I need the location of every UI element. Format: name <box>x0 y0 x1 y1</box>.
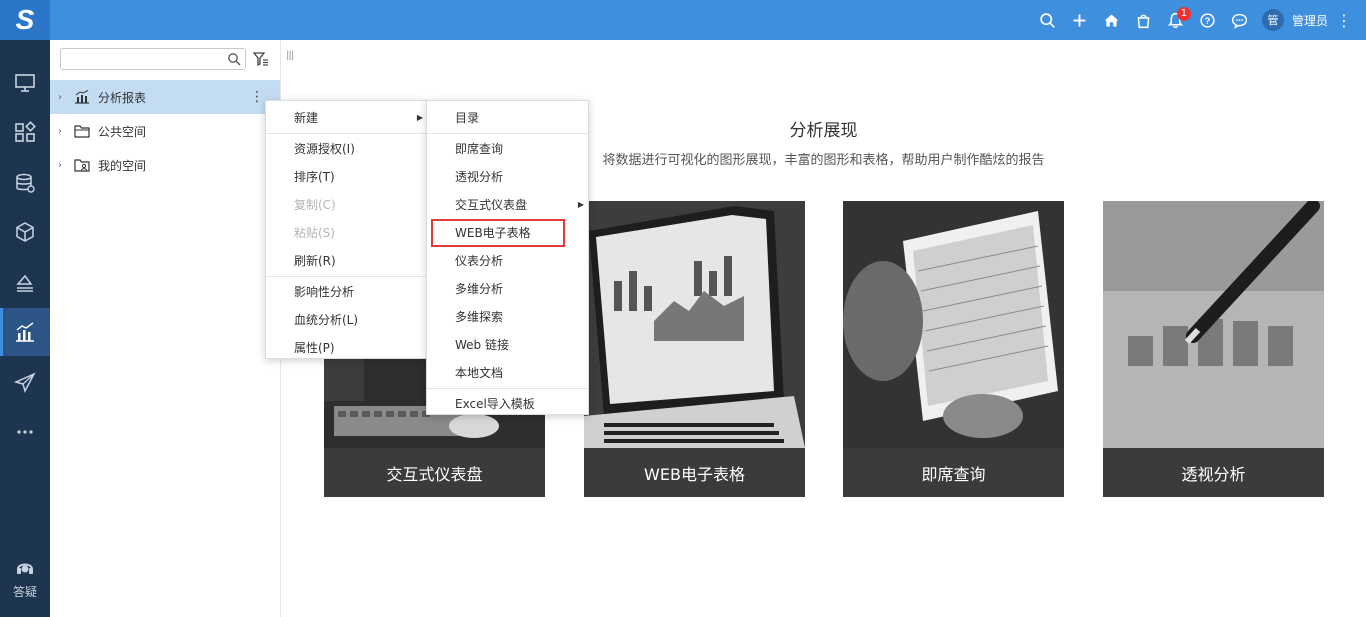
menu-divider <box>427 388 588 389</box>
expand-caret-icon[interactable]: › <box>58 160 72 171</box>
tree-item-label: 我的空间 <box>98 158 147 173</box>
tree-search-box <box>60 48 246 70</box>
menu-item-authorize[interactable]: 资源授权(I) <box>266 135 427 163</box>
submenu-item-local-document[interactable]: 本地文档 <box>427 359 588 387</box>
top-bar: S 1 ? 管 管理员 ⋮ <box>0 0 1366 40</box>
username[interactable]: 管理员 <box>1292 12 1328 29</box>
menu-item-impact-analysis[interactable]: 影响性分析 <box>266 278 427 306</box>
menu-divider <box>266 276 427 277</box>
submenu-arrow-icon: ▶ <box>577 200 584 209</box>
submenu-arrow-icon: ▶ <box>416 113 423 122</box>
menu-item-paste: 粘贴(S) <box>294 226 335 240</box>
tree-item-my-space[interactable]: › 我的空间 <box>50 148 280 182</box>
more-menu-icon[interactable]: ⋮ <box>1334 11 1354 30</box>
folder-icon <box>74 123 92 139</box>
left-nav: 答疑 <box>0 40 50 617</box>
app-logo[interactable]: S <box>0 0 50 40</box>
svg-text:?: ? <box>1205 15 1211 25</box>
tree-item-label: 公共空间 <box>98 124 147 139</box>
chart-icon <box>74 89 92 105</box>
logo-text: S <box>15 4 35 35</box>
pen-chart-photo <box>1103 201 1324 448</box>
expand-caret-icon[interactable]: › <box>58 126 72 137</box>
help-desk-button[interactable]: 答疑 <box>0 558 50 606</box>
card-ad-hoc-query[interactable]: 即席查询 <box>843 201 1064 497</box>
menu-item-copy: 复制(C) <box>294 198 336 212</box>
menu-item-label: 交互式仪表盘 <box>455 198 528 212</box>
user-avatar[interactable]: 管 <box>1261 9 1284 31</box>
menu-item-sort[interactable]: 排序(T) <box>266 163 427 191</box>
layers-icon[interactable] <box>0 258 50 306</box>
search-icon[interactable] <box>1032 0 1064 40</box>
menu-item-refresh[interactable]: 刷新(R) <box>266 247 427 275</box>
submenu-item-dashboard-analysis[interactable]: 仪表分析 <box>427 247 588 275</box>
card-label: 透视分析 <box>1103 448 1324 497</box>
search-icon[interactable] <box>227 52 241 66</box>
menu-item-lineage-analysis[interactable]: 血统分析(L) <box>266 306 427 334</box>
cube-icon[interactable] <box>0 208 50 256</box>
collapse-panel-icon[interactable]: ||| <box>286 50 294 61</box>
submenu-item-multidim-analysis[interactable]: 多维分析 <box>427 275 588 303</box>
tree-item-public-space[interactable]: › 公共空间 <box>50 114 280 148</box>
context-menu: 新建 ▶ 资源授权(I) 排序(T) 复制(C) 粘贴(S) 刷新(R) 影响性… <box>265 100 428 359</box>
submenu-item-folder[interactable]: 目录 <box>427 104 588 132</box>
send-icon[interactable] <box>0 358 50 406</box>
bag-icon[interactable] <box>1128 0 1160 40</box>
submenu-item-multidim-explore[interactable]: 多维探索 <box>427 303 588 331</box>
top-toolbar: 1 ? 管 管理员 ⋮ <box>1032 0 1354 40</box>
user-folder-icon <box>74 157 92 173</box>
chart-icon[interactable] <box>0 308 50 356</box>
new-submenu: 目录 即席查询 透视分析 交互式仪表盘 ▶ WEB电子表格 仪表分析 多维分析 … <box>426 100 589 415</box>
home-icon[interactable] <box>1096 0 1128 40</box>
tree-search-input[interactable] <box>61 49 221 69</box>
monitor-icon[interactable] <box>0 59 50 107</box>
card-label: 即席查询 <box>843 448 1064 497</box>
tree-item-analysis-reports[interactable]: › 分析报表 ⋮ <box>50 80 280 114</box>
laptop-photo <box>584 201 805 448</box>
menu-item-new[interactable]: 新建 ▶ <box>266 104 427 132</box>
menu-divider <box>266 133 427 134</box>
notification-badge: 1 <box>1176 7 1191 21</box>
expand-caret-icon[interactable]: › <box>58 92 72 103</box>
plus-icon[interactable] <box>1064 0 1096 40</box>
submenu-item-interactive-dashboard[interactable]: 交互式仪表盘 ▶ <box>427 191 588 219</box>
card-pivot-analysis[interactable]: 透视分析 <box>1103 201 1324 497</box>
tree-item-label: 分析报表 <box>98 90 147 105</box>
submenu-item-ad-hoc-query[interactable]: 即席查询 <box>427 135 588 163</box>
more-icon[interactable] <box>0 408 50 456</box>
help-icon[interactable]: ? <box>1192 0 1224 40</box>
card-label: WEB电子表格 <box>584 448 805 497</box>
card-web-spreadsheet[interactable]: WEB电子表格 <box>584 201 805 497</box>
menu-item-properties[interactable]: 属性(P) <box>266 334 427 362</box>
apps-icon[interactable] <box>0 108 50 156</box>
headset-icon <box>17 563 33 574</box>
card-label: 交互式仪表盘 <box>324 448 545 497</box>
filter-icon[interactable] <box>253 51 269 67</box>
submenu-item-pivot-analysis[interactable]: 透视分析 <box>427 163 588 191</box>
tablet-photo <box>843 201 1064 448</box>
database-icon[interactable] <box>0 159 50 207</box>
highlight-box <box>431 219 565 247</box>
bell-icon[interactable]: 1 <box>1160 0 1192 40</box>
row-more-icon[interactable]: ⋮ <box>250 88 264 106</box>
chat-icon[interactable] <box>1224 0 1256 40</box>
submenu-item-web-spreadsheet[interactable]: WEB电子表格 <box>427 219 588 247</box>
submenu-item-web-link[interactable]: Web 链接 <box>427 331 588 359</box>
help-label: 答疑 <box>12 585 37 599</box>
resource-tree-panel: › 分析报表 ⋮ › 公共空间 › 我的空间 <box>50 40 281 617</box>
submenu-item-excel-import-template[interactable]: Excel导入模板 <box>427 390 588 418</box>
menu-item-label: 新建 <box>294 111 319 125</box>
menu-divider <box>427 133 588 134</box>
